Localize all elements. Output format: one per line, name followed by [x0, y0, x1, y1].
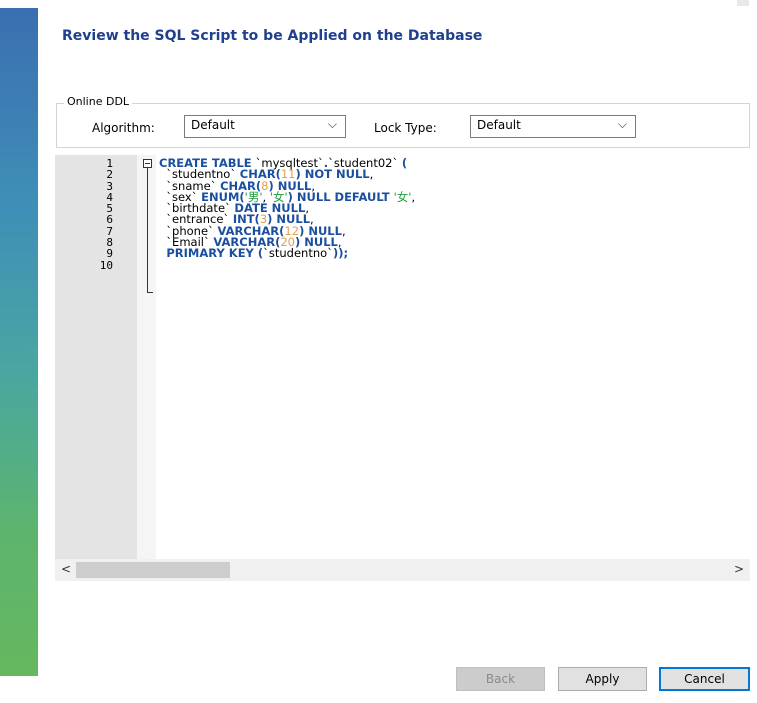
banner-wave — [0, 388, 38, 568]
sql-editor[interactable]: 1 2 3 4 5 6 7 8 9 10 CREATE TABLE `mysqltest`.`st… — [55, 155, 750, 559]
scroll-left-arrow-icon[interactable]: < — [61, 562, 71, 576]
back-button[interactable]: Back — [456, 667, 545, 691]
line-number: 3 — [106, 179, 113, 193]
line-number: 10 — [99, 258, 113, 272]
lock-type-label: Lock Type: — [374, 121, 437, 135]
page-title: Review the SQL Script to be Applied on t… — [62, 28, 483, 44]
chevron-down-icon: ⌵ — [327, 117, 337, 131]
fold-guide — [147, 168, 148, 293]
code-token: `studentno` — [263, 246, 333, 261]
fold-guide-end — [147, 292, 153, 293]
horizontal-scrollbar[interactable]: < > — [55, 559, 750, 581]
code-token: ( — [401, 156, 408, 170]
lock-type-select-value: Default — [477, 118, 521, 132]
line-number: 7 — [106, 224, 113, 238]
line-number: 5 — [106, 202, 113, 216]
scrollbar-thumb[interactable] — [76, 562, 230, 578]
code-line: PRIMARY KEY (`studentno`)); — [159, 246, 415, 261]
code-token: , — [411, 189, 416, 204]
line-number: 1 — [106, 157, 113, 170]
code-token: , — [369, 167, 374, 182]
apply-button[interactable]: Apply — [558, 667, 647, 691]
code-token: )); — [332, 246, 349, 261]
side-banner — [0, 8, 38, 676]
line-number: 6 — [106, 213, 113, 227]
chevron-down-icon: ⌵ — [617, 117, 627, 131]
scroll-right-arrow-icon[interactable]: > — [734, 562, 744, 576]
code-token: PRIMARY KEY ( — [166, 246, 264, 261]
algorithm-select[interactable]: Default ⌵ — [184, 115, 346, 138]
algorithm-select-value: Default — [191, 118, 235, 132]
cancel-button[interactable]: Cancel — [659, 667, 750, 691]
sql-code[interactable]: CREATE TABLE `mysqltest`.`student02` ( `… — [159, 156, 416, 271]
window-corner — [737, 0, 749, 6]
code-token: , — [341, 223, 346, 238]
algorithm-label: Algorithm: — [92, 121, 155, 135]
online-ddl-legend: Online DDL — [64, 95, 133, 108]
code-token: '女' — [393, 189, 412, 204]
line-number: 4 — [106, 190, 113, 204]
line-numbers: 1 2 3 4 5 6 7 8 9 10 — [55, 158, 113, 271]
line-number: 8 — [106, 236, 113, 250]
lock-type-select[interactable]: Default ⌵ — [470, 115, 636, 138]
line-number: 2 — [106, 168, 113, 182]
collapse-icon[interactable] — [143, 159, 152, 168]
line-number: 9 — [106, 247, 113, 261]
